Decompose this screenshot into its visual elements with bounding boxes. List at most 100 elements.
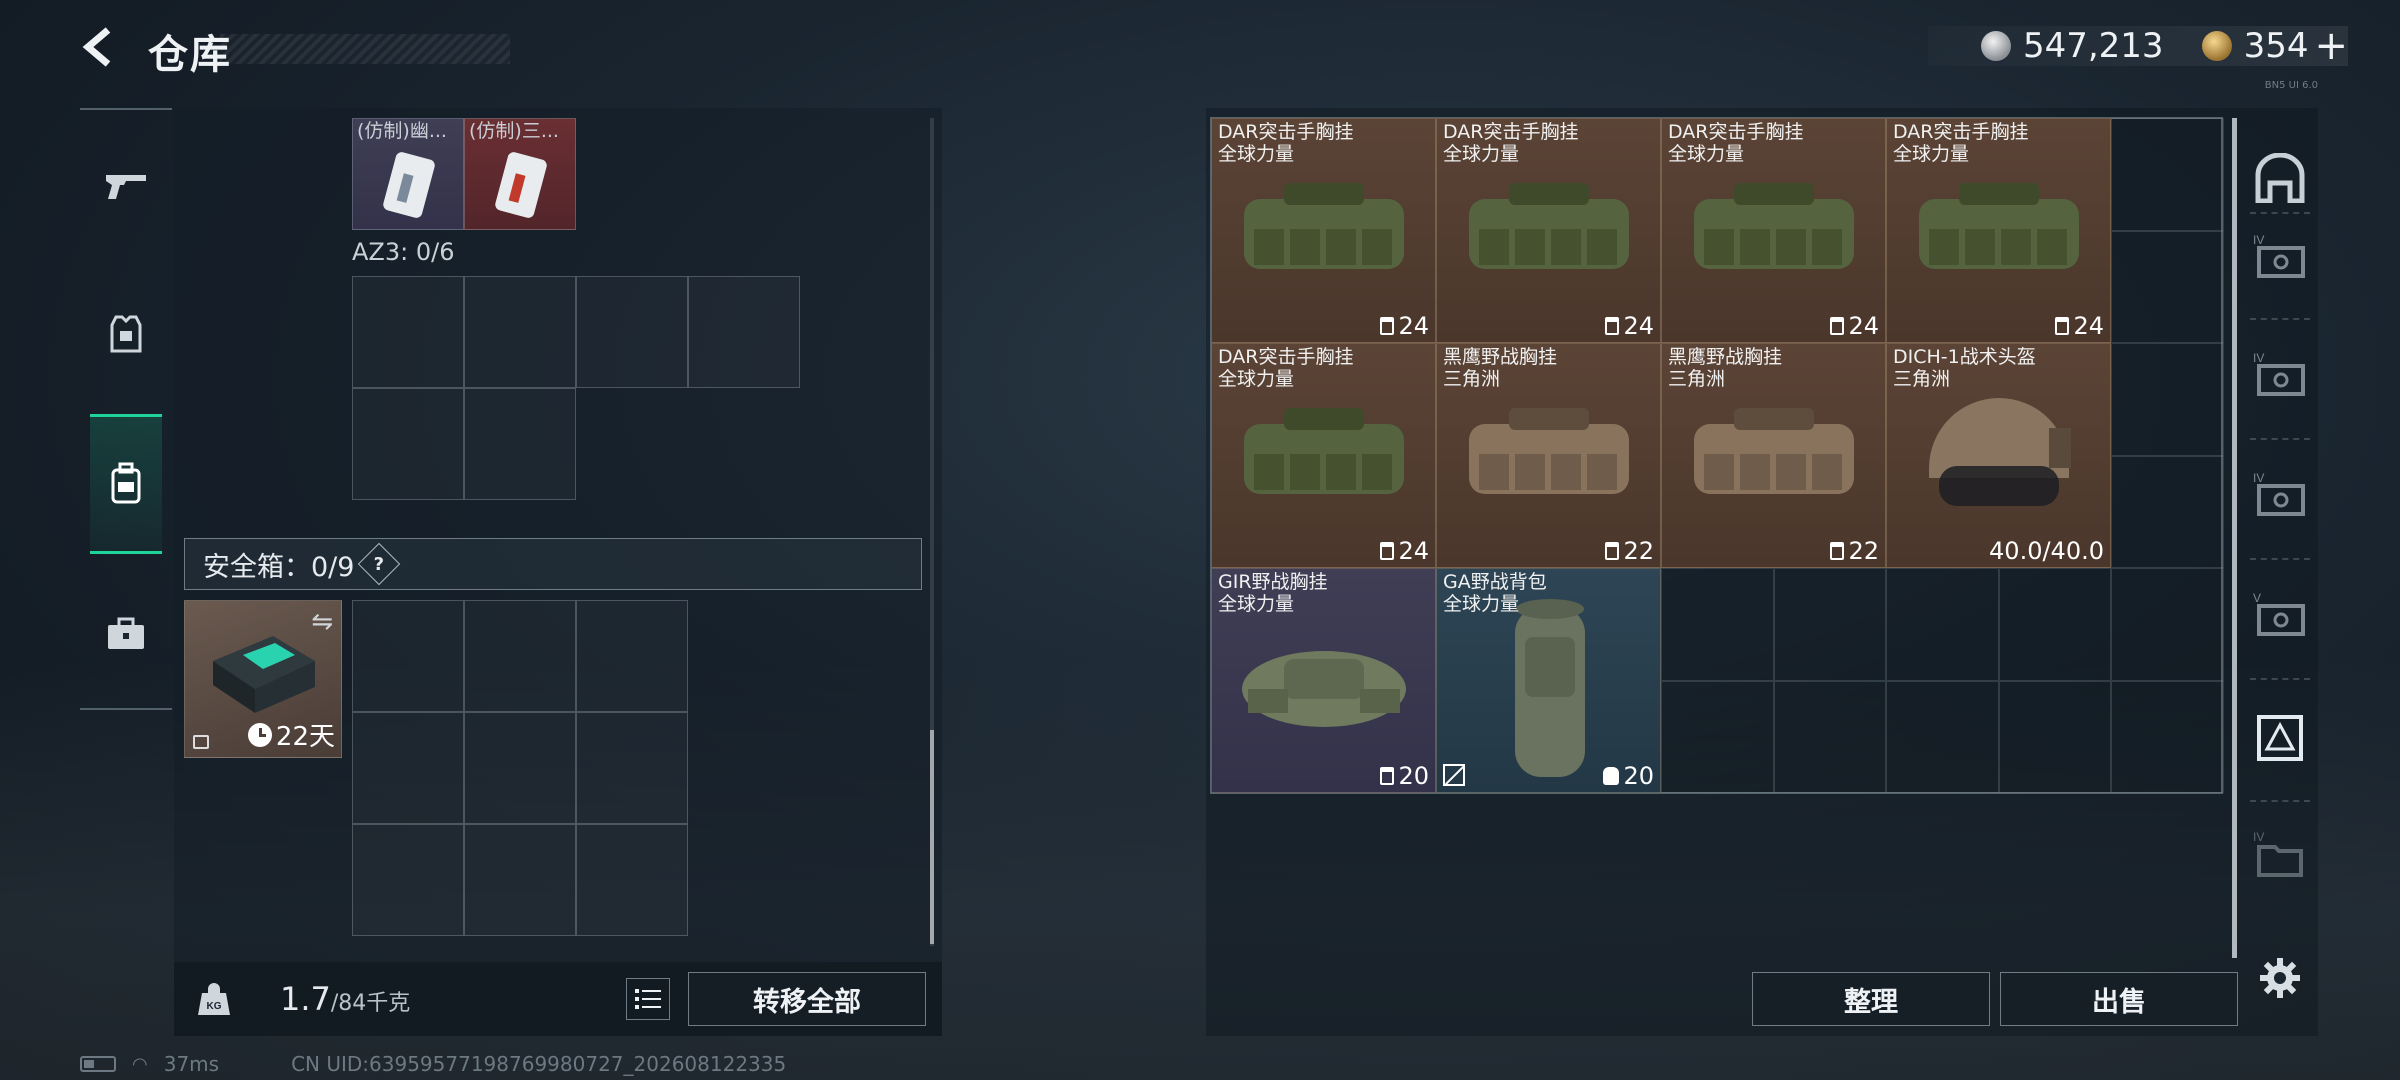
safebox-case-icon xyxy=(213,636,315,713)
list-view-button[interactable] xyxy=(626,978,670,1020)
armor-icon xyxy=(110,315,142,353)
safebox-capacity-label: 安全箱：0/9 xyxy=(203,551,355,583)
stash-tab-icon: IV xyxy=(2253,351,2305,396)
safebox-slot[interactable] xyxy=(352,824,464,936)
item-capacity: 24 xyxy=(1605,312,1654,340)
stash-scrollbar[interactable] xyxy=(2232,118,2237,958)
lock-icon xyxy=(193,735,209,749)
sidebar-item-armor[interactable] xyxy=(90,298,162,370)
chest-rig-icon xyxy=(1469,183,1629,269)
stash-item[interactable]: 黑鹰野战胸挂 三角洲 22 xyxy=(1436,343,1661,568)
sidebar-item-tools[interactable] xyxy=(90,598,162,670)
sell-button[interactable]: 出售 xyxy=(2000,972,2238,1026)
uid-readout: CN UID:6395957719876998072​7_20260812233… xyxy=(291,1052,787,1076)
rail-divider xyxy=(2250,212,2310,214)
safebox-slot[interactable] xyxy=(576,600,688,712)
item-capacity: 24 xyxy=(1830,312,1879,340)
container-item-1[interactable]: (仿制)幽... xyxy=(352,118,464,230)
gun-icon xyxy=(106,175,146,199)
safebox-slot[interactable] xyxy=(464,712,576,824)
chest-rig-icon xyxy=(1244,183,1404,269)
transfer-all-button[interactable]: 转移全部 xyxy=(688,972,926,1026)
item-capacity-value: 24 xyxy=(1398,537,1429,565)
stash-item[interactable]: 黑鹰野战胸挂 三角洲 22 xyxy=(1661,343,1886,568)
item-capacity: 20 xyxy=(1603,762,1654,790)
stash-item[interactable]: DAR突击手胸挂 全球力量 24 xyxy=(1211,343,1436,568)
stash-item[interactable]: GA野战背包 全球力量 20 xyxy=(1436,568,1661,793)
currency-bar: 547,213 354 + xyxy=(1928,23,2348,69)
back-button[interactable] xyxy=(78,24,124,70)
item-name: DAR突击手胸挂 全球力量 xyxy=(1218,121,1354,165)
item-art xyxy=(1674,169,1874,293)
item-capacity: 40.0/40.0 xyxy=(1989,537,2104,565)
swap-icon[interactable]: ⇋ xyxy=(311,607,333,637)
grid-slot[interactable] xyxy=(464,388,576,500)
grid-slot[interactable] xyxy=(688,276,800,388)
safebox-slot[interactable] xyxy=(352,712,464,824)
stash-tab-2[interactable]: IV xyxy=(2252,346,2308,402)
item-capacity-value: 24 xyxy=(2073,312,2104,340)
item-capacity-value: 24 xyxy=(1398,312,1429,340)
safebox-slot[interactable] xyxy=(576,712,688,824)
grid-slot[interactable] xyxy=(352,276,464,388)
loadout-scrollbar-thumb[interactable] xyxy=(930,730,934,944)
stash-item[interactable]: DAR突击手胸挂 全球力量 24 xyxy=(1211,118,1436,343)
item-capacity-value: 20 xyxy=(1623,762,1654,790)
item-faction: 全球力量 xyxy=(1218,143,1295,165)
container-item-2[interactable]: (仿制)三... xyxy=(464,118,576,230)
add-currency-button[interactable]: + xyxy=(2314,23,2348,69)
safebox-slot[interactable] xyxy=(464,600,576,712)
sidebar-item-weapons[interactable] xyxy=(90,150,162,222)
safebox-slot[interactable] xyxy=(576,824,688,936)
item-faction: 三角洲 xyxy=(1443,368,1501,390)
sort-button[interactable]: 整理 xyxy=(1752,972,1990,1026)
svg-text:V: V xyxy=(2253,591,2261,605)
version-label: BN5 UI 6.0 xyxy=(2264,80,2318,91)
item-title: DAR突击手胸挂 xyxy=(1218,121,1354,143)
stash-item[interactable]: DAR突击手胸挂 全球力量 24 xyxy=(1661,118,1886,343)
syringe-case-icon xyxy=(383,152,435,218)
weight-capacity: /84千克 xyxy=(330,991,411,1016)
item-title: GA野战背包 xyxy=(1443,571,1547,593)
stash-tab-4[interactable]: V xyxy=(2252,586,2308,642)
grid-slot[interactable] xyxy=(352,388,464,500)
stash-item[interactable]: DAR突击手胸挂 全球力量 24 xyxy=(1436,118,1661,343)
no-disassemble-icon xyxy=(1443,764,1465,786)
chest-rig-icon xyxy=(1469,408,1629,494)
stash-home-tab[interactable] xyxy=(2252,150,2308,206)
stash-tab-1[interactable]: IV xyxy=(2252,228,2308,284)
stash-folder-tab[interactable]: IV xyxy=(2252,826,2308,882)
grid-slot[interactable] xyxy=(576,276,688,388)
safebox-duration: 22天 xyxy=(247,716,335,753)
stash-tab-3[interactable]: IV xyxy=(2252,466,2308,522)
settings-button[interactable] xyxy=(2252,950,2308,1006)
item-capacity: 20 xyxy=(1380,762,1429,790)
stash-item[interactable]: GIR野战胸挂 全球力量 20 xyxy=(1211,568,1436,793)
stash-item[interactable]: DAR突击手胸挂 全球力量 24 xyxy=(1886,118,2111,343)
stash-tab-active[interactable] xyxy=(2252,710,2308,766)
safebox-slot[interactable] xyxy=(464,824,576,936)
item-capacity-value: 22 xyxy=(1848,537,1879,565)
item-name: DAR突击手胸挂 全球力量 xyxy=(1668,121,1804,165)
safebox-help-button[interactable]: ? xyxy=(358,542,401,586)
item-title: DICH-1战术头盔 xyxy=(1893,346,2036,368)
safebox-item[interactable]: ⇋ 22天 xyxy=(184,600,342,758)
backpack-capacity-icon xyxy=(1603,767,1620,785)
grid-slot[interactable] xyxy=(464,276,576,388)
item-faction: 全球力量 xyxy=(1443,593,1520,615)
gold-amount: 354 xyxy=(2243,26,2309,66)
chest-rig-icon xyxy=(1694,408,1854,494)
silver-amount: 547,213 xyxy=(2022,26,2164,66)
item-art xyxy=(1674,394,1874,518)
item-art xyxy=(1224,619,1424,743)
item-art xyxy=(1449,169,1649,293)
clock-icon xyxy=(247,722,272,747)
stash-item[interactable]: DICH-1战术头盔 三角洲 40.0/40.0 xyxy=(1886,343,2111,568)
item-capacity: 24 xyxy=(1380,312,1429,340)
rig-capacity-icon xyxy=(1605,317,1620,335)
rig-capacity-icon xyxy=(1830,317,1845,335)
safebox-slot[interactable] xyxy=(352,600,464,712)
sidebar-item-backpacks[interactable] xyxy=(90,414,162,554)
item-faction: 三角洲 xyxy=(1893,368,1951,390)
item-name: DAR突击手胸挂 全球力量 xyxy=(1443,121,1579,165)
